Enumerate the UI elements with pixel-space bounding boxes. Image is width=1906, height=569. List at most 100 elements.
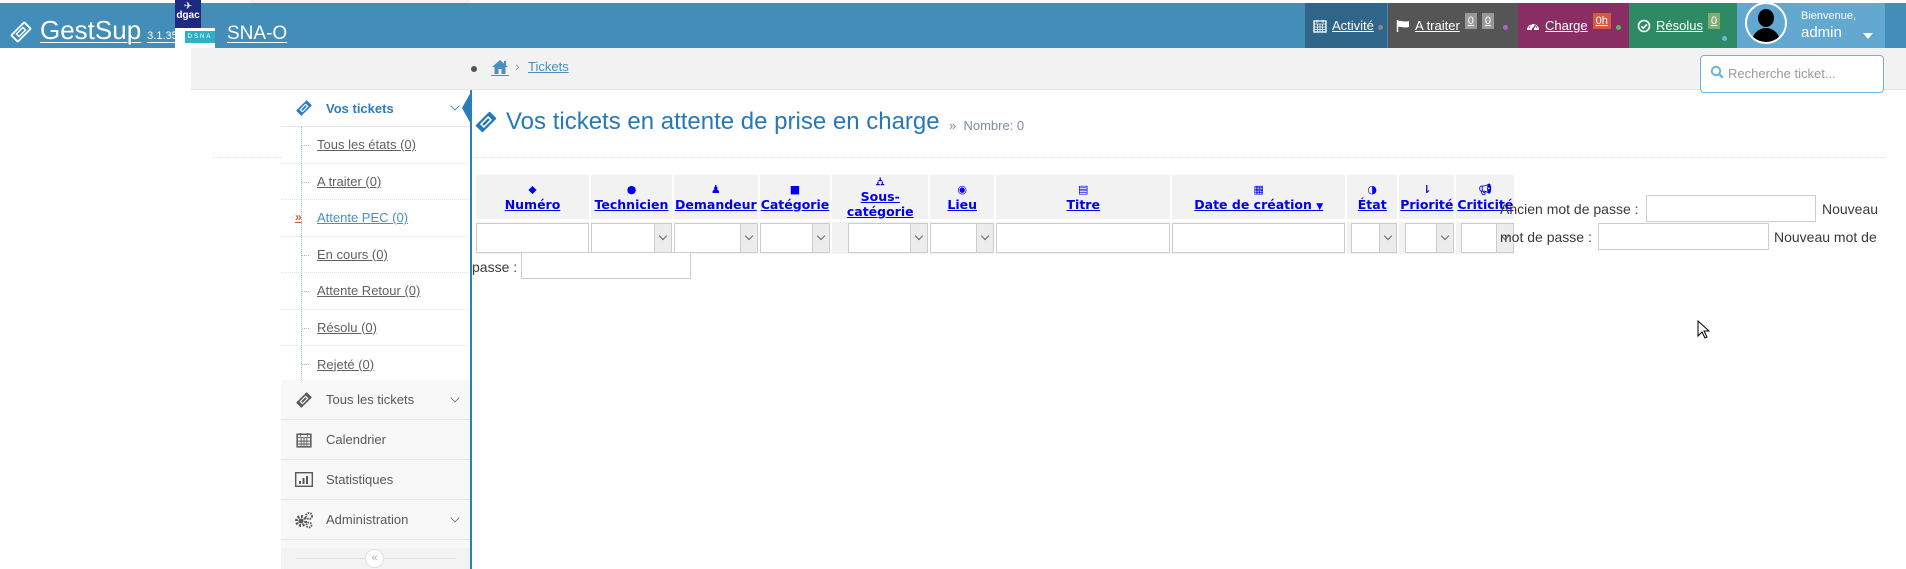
submenu-link[interactable]: En cours (0) [317, 247, 388, 262]
calendar-icon [294, 431, 314, 449]
ticket-icon [294, 391, 314, 409]
nav-charge[interactable]: Charge 0h [1518, 3, 1629, 48]
submenu-item-rejete[interactable]: Rejeté (0) [281, 346, 471, 383]
filter-titre-input[interactable] [996, 223, 1171, 253]
chevron-down-icon[interactable] [450, 101, 460, 111]
search-input[interactable] [1726, 65, 1876, 82]
avatar [1745, 1, 1787, 44]
sidebar-item-statistiques[interactable]: Statistiques [281, 460, 471, 500]
sort-link[interactable]: Titre [997, 197, 1169, 212]
sort-link[interactable]: Priorité [1400, 197, 1453, 212]
sidebar-item-vos-tickets[interactable]: Vos tickets [281, 90, 471, 127]
nav-activite-link[interactable]: Activité [1332, 18, 1374, 33]
sort-link[interactable]: Technicien [592, 197, 671, 212]
caret-down-icon[interactable] [1863, 33, 1873, 39]
nav-resolus-link[interactable]: Résolus [1656, 18, 1703, 33]
nav-charge-link[interactable]: Charge [1545, 18, 1588, 33]
submenu-item-attente-retour[interactable]: Attente Retour (0) [281, 273, 471, 310]
sidebar-item-calendrier[interactable]: Calendrier [281, 420, 471, 460]
filter-etat-select[interactable] [1351, 223, 1398, 253]
column-header-priorite[interactable]: ⇂ Priorité [1399, 175, 1455, 219]
new-password-input[interactable] [1598, 223, 1769, 250]
submenu-link[interactable]: A traiter (0) [317, 174, 381, 189]
filter-date-input[interactable] [1172, 223, 1346, 253]
brand-name: GestSup [40, 15, 142, 45]
charge-badge[interactable]: 0h [1592, 12, 1611, 29]
sort-link[interactable]: Numéro [477, 197, 588, 212]
submenu-item-en-cours[interactable]: En cours (0) [281, 237, 471, 273]
old-password-label: Ancien mot de passe : [1500, 201, 1639, 217]
sort-link[interactable]: Demandeur [675, 197, 757, 212]
tag-icon: ⬥ [528, 182, 537, 196]
submenu-item-resolu[interactable]: Résolu (0) [281, 310, 471, 346]
submenu-link[interactable]: Résolu (0) [317, 320, 377, 335]
submenu-link[interactable]: Attente Retour (0) [317, 283, 420, 298]
column-header-etat[interactable]: ◑ État [1347, 175, 1398, 219]
sort-link[interactable]: Sous-catégorie [833, 189, 927, 219]
column-header-lieu[interactable]: ◉ Lieu [930, 175, 995, 219]
column-header-technicien[interactable]: ● Technicien [591, 175, 672, 219]
column-header-sous-categorie[interactable]: ⛼ Sous-catégorie [832, 175, 929, 219]
nav-resolus[interactable]: Résolus 0 [1629, 3, 1737, 48]
submenu-item-a-traiter[interactable]: A traiter (0) [281, 164, 471, 200]
nav-a-traiter-link[interactable]: A traiter [1415, 18, 1460, 33]
chevron-down-icon[interactable] [450, 513, 460, 523]
filter-sous-categorie-select[interactable] [848, 223, 929, 253]
calendar-icon [1313, 19, 1327, 33]
filter-technicien-select[interactable] [591, 223, 672, 253]
column-header-categorie[interactable]: ■ Catégorie [759, 175, 831, 219]
chevron-down-icon[interactable] [910, 224, 928, 252]
sort-link[interactable]: État [1348, 197, 1396, 212]
sort-link[interactable]: Lieu [931, 197, 993, 212]
chevron-down-icon[interactable] [812, 224, 830, 252]
username: admin [1801, 24, 1842, 41]
chevron-down-icon[interactable] [450, 393, 460, 403]
search-icon [1710, 65, 1724, 79]
nav-activite[interactable]: Activité [1305, 3, 1387, 48]
sidebar-item-tous-les-tickets[interactable]: Tous les tickets [281, 380, 471, 420]
chevron-down-icon[interactable] [976, 224, 994, 252]
a-traiter-badge-1[interactable]: 0 [1464, 12, 1477, 29]
column-header-date-creation[interactable]: ▦ Date de création ▼ [1172, 175, 1346, 219]
sitemap-icon: ⛼ [875, 175, 885, 188]
submenu-link[interactable]: Attente PEC (0) [317, 210, 408, 225]
filter-numero-input[interactable] [476, 223, 589, 253]
submenu-link[interactable]: Tous les états (0) [317, 137, 416, 152]
a-traiter-badge-2[interactable]: 0 [1481, 12, 1495, 29]
submenu-link[interactable]: Rejeté (0) [317, 357, 374, 372]
filter-demandeur-select[interactable] [674, 223, 758, 253]
sidebar-item-administration[interactable]: Administration [281, 500, 471, 540]
submenu-item-attente-pec[interactable]: » Attente PEC (0) [281, 200, 471, 237]
user-menu[interactable]: Bienvenue, admin [1737, 1, 1885, 48]
old-password-input[interactable] [1646, 195, 1816, 222]
tickets-table: ⬥ Numéro ● Technicien ♟ Demandeur ■ Catégori… [474, 172, 1516, 257]
sort-link[interactable]: Catégorie [761, 197, 830, 212]
site-name-link[interactable]: SNA-O [215, 23, 287, 45]
column-header-titre[interactable]: ▤ Titre [996, 175, 1171, 219]
column-header-demandeur[interactable]: ♟ Demandeur [674, 175, 758, 219]
sidebar-menu-lower: Tous les tickets Calendrier Statistiques… [281, 380, 471, 569]
breadcrumb-bullet [471, 66, 477, 72]
home-icon[interactable] [491, 58, 509, 76]
search-box[interactable] [1700, 55, 1884, 93]
submenu-item-tous-les-etats[interactable]: Tous les états (0) [281, 127, 471, 164]
chevron-down-icon[interactable] [1379, 224, 1397, 252]
resolus-badge[interactable]: 0 [1707, 12, 1721, 29]
confirm-password-input[interactable] [521, 252, 691, 279]
new-password-label-a: Nouveau [1822, 201, 1879, 217]
nav-a-traiter[interactable]: A traiter 0 0 [1388, 3, 1518, 48]
brand-link[interactable]: GestSup 3.1.35 [10, 14, 178, 46]
breadcrumb-tickets[interactable]: Tickets [528, 59, 569, 74]
chevron-down-icon[interactable] [1436, 224, 1454, 252]
filter-priorite-select[interactable] [1405, 223, 1455, 253]
ticket-icon [10, 21, 32, 43]
sort-link[interactable]: Date de création ▼ [1173, 197, 1344, 212]
filter-lieu-select[interactable] [930, 223, 995, 253]
chevron-down-icon[interactable] [654, 224, 671, 252]
column-header-numero[interactable]: ⬥ Numéro [476, 175, 589, 219]
filter-categorie-select[interactable] [759, 223, 831, 253]
chevron-down-icon[interactable] [739, 224, 757, 252]
sidebar-item-label: Calendrier [326, 432, 386, 447]
greeting: Bienvenue, [1801, 10, 1857, 22]
sidebar-item-label: Tous les tickets [326, 392, 415, 407]
